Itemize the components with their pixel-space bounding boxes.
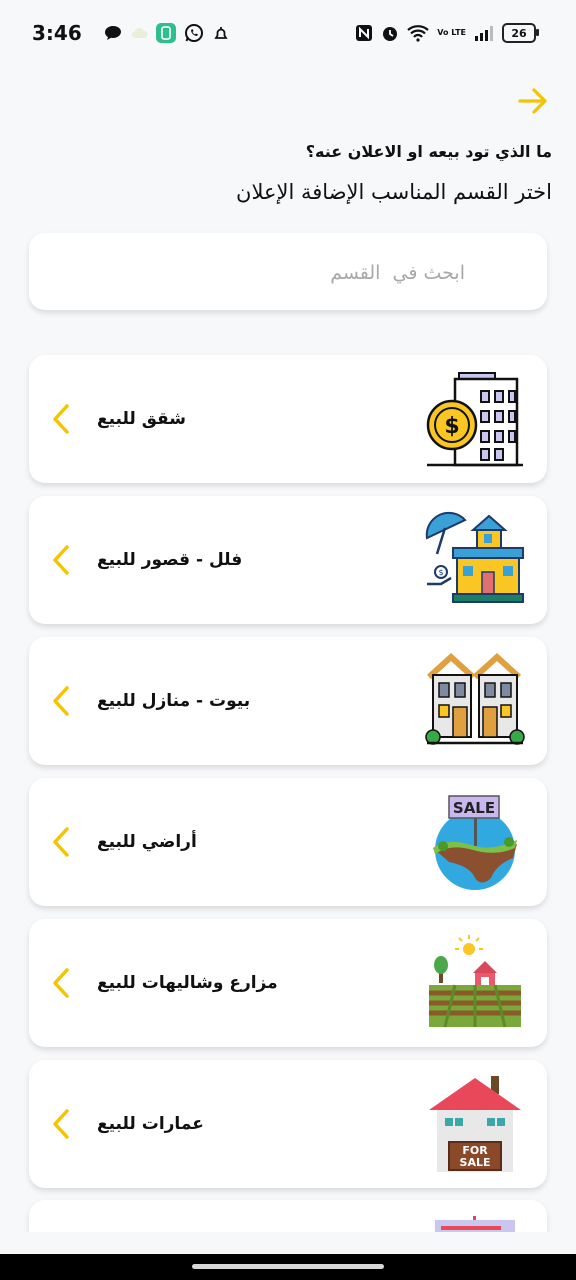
farm-field-icon (429, 935, 521, 1028)
chevron-left-icon (53, 686, 69, 716)
category-label: مزارع وشاليهات للبيع (97, 973, 278, 993)
category-list: شقق للبيع $ فلل - قصور للبيع $ بيوت - من… (0, 0, 576, 1232)
chevron-left-icon (53, 545, 69, 575)
category-card-houses[interactable]: بيوت - منازل للبيع (29, 637, 547, 765)
home-indicator[interactable] (192, 1264, 384, 1269)
category-card-villas[interactable]: فلل - قصور للبيع $ (29, 496, 547, 624)
office-sign-icon (435, 1216, 515, 1232)
land-sale-sign-icon: SALE (433, 795, 517, 890)
villa-umbrella-icon: $ (425, 511, 524, 603)
chevron-left-icon (53, 968, 69, 998)
category-card-farms[interactable]: مزارع وشاليهات للبيع (29, 919, 547, 1047)
category-card-buildings[interactable]: عمارات للبيع FOR SALE (29, 1060, 547, 1188)
chevron-left-icon (53, 404, 69, 434)
category-label: شقق للبيع (97, 409, 187, 429)
svg-text:$: $ (438, 568, 443, 577)
chevron-left-icon (53, 1109, 69, 1139)
category-label: بيوت - منازل للبيع (97, 691, 251, 711)
svg-text:SALE: SALE (460, 1156, 491, 1169)
svg-text:SALE: SALE (453, 799, 495, 817)
category-card-offices[interactable] (29, 1200, 547, 1232)
category-label: عمارات للبيع (97, 1114, 204, 1134)
svg-text:$: $ (444, 414, 459, 439)
category-card-lands[interactable]: أراضي للبيع SALE (29, 778, 547, 906)
apartment-building-dollar-icon: $ (426, 372, 523, 467)
category-label (97, 1200, 397, 1232)
chevron-left-icon (53, 827, 69, 857)
category-label: أراضي للبيع (97, 832, 197, 852)
twin-houses-icon (425, 652, 525, 745)
category-label: فلل - قصور للبيع (97, 550, 243, 570)
house-for-sale-icon: FOR SALE (429, 1076, 521, 1172)
category-card-apartments[interactable]: شقق للبيع $ (29, 355, 547, 483)
